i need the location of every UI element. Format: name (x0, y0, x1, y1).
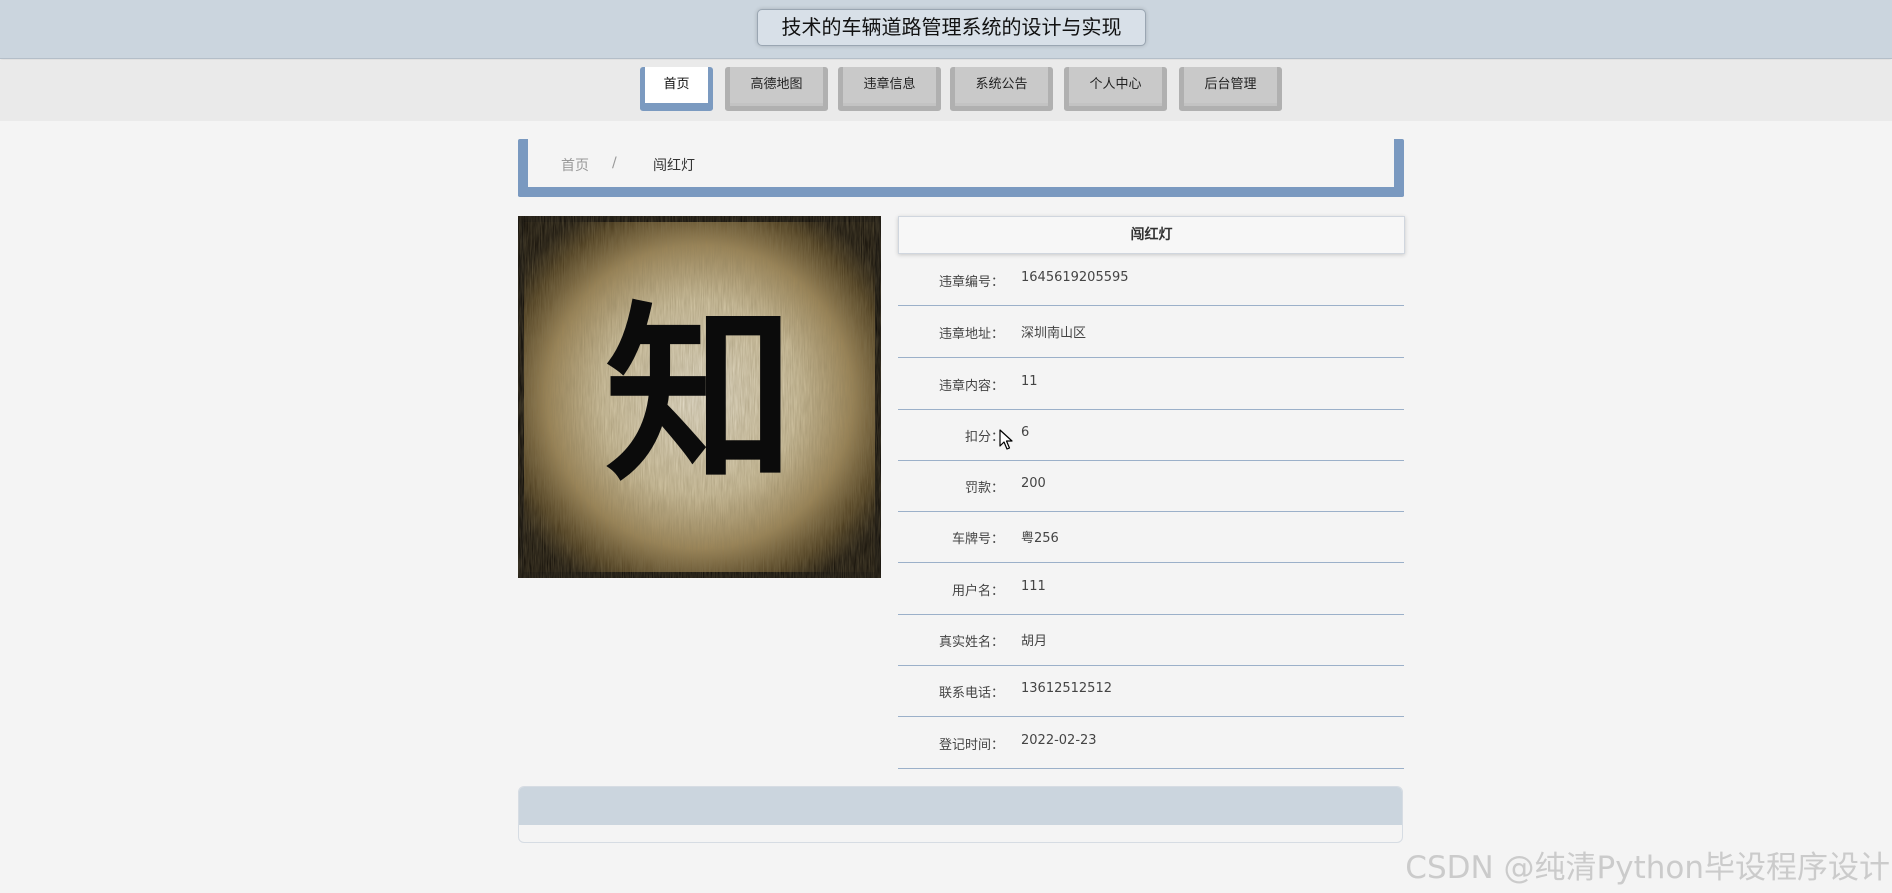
detail-value: 200 (1021, 476, 1046, 491)
detail-title: 闯红灯 (898, 216, 1405, 254)
detail-label: 用户名： (951, 584, 1004, 599)
nav-item-announcements[interactable]: 系统公告 (950, 67, 1053, 111)
nav-item-violations[interactable]: 违章信息 (838, 67, 941, 111)
detail-row: 违章地址： 深圳南山区 (898, 306, 1404, 358)
nav-item-label: 首页 (645, 67, 708, 103)
nav-item-label: 系统公告 (955, 67, 1048, 103)
detail-value: 1645619205595 (1021, 270, 1129, 285)
detail-row: 扣分： 6 (898, 409, 1404, 461)
nav-item-label: 高德地图 (730, 67, 823, 103)
nav-item-profile[interactable]: 个人中心 (1064, 67, 1167, 111)
nav-item-label: 个人中心 (1069, 67, 1162, 103)
detail-row: 违章内容： 11 (898, 358, 1404, 410)
detail-row: 罚款： 200 (898, 460, 1404, 512)
detail-value: 胡月 (1021, 634, 1048, 649)
detail-row: 违章编号： 1645619205595 (898, 254, 1404, 306)
detail-value: 11 (1021, 374, 1038, 389)
detail-label: 车牌号： (951, 532, 1004, 547)
csdn-watermark: CSDN @纯清Python毕设程序设计 (1405, 850, 1890, 886)
breadcrumb-home-link[interactable]: 首页 (561, 155, 589, 175)
detail-value: 粤256 (1021, 531, 1059, 546)
footer-panel-header (519, 787, 1402, 825)
detail-label: 真实姓名： (938, 635, 1004, 650)
nav-item-admin[interactable]: 后台管理 (1179, 67, 1282, 111)
detail-value: 深圳南山区 (1021, 326, 1087, 341)
breadcrumb-current: 闯红灯 (653, 158, 695, 174)
detail-value: 111 (1021, 579, 1046, 594)
site-header: 技术的车辆道路管理系统的设计与实现 (0, 0, 1892, 59)
nav-item-home[interactable]: 首页 (640, 67, 713, 111)
nav-item-label: 违章信息 (843, 67, 936, 103)
detail-row: 车牌号： 粤256 (898, 511, 1404, 563)
breadcrumb: 首页 / 闯红灯 (518, 139, 1404, 197)
detail-value: 2022-02-23 (1021, 733, 1097, 748)
footer-panel (518, 786, 1403, 843)
detail-label: 违章地址： (938, 327, 1004, 342)
nav-item-label: 后台管理 (1184, 67, 1277, 103)
detail-label: 违章内容： (938, 379, 1004, 394)
detail-row: 用户名： 111 (898, 563, 1404, 615)
site-title: 技术的车辆道路管理系统的设计与实现 (757, 9, 1146, 46)
nav-item-map[interactable]: 高德地图 (725, 67, 828, 111)
detail-value: 13612512512 (1021, 681, 1112, 696)
mouse-pointer-icon (999, 429, 1013, 450)
detail-label: 罚款： (964, 481, 1004, 496)
violation-image: 知 (518, 216, 881, 578)
scroll-glyph-image: 知 (518, 216, 881, 578)
detail-label: 联系电话： (938, 686, 1004, 701)
detail-row: 真实姓名： 胡月 (898, 614, 1404, 666)
detail-label: 违章编号： (938, 275, 1004, 290)
detail-value: 6 (1021, 425, 1030, 440)
breadcrumb-separator: / (612, 155, 617, 171)
main-nav: 首页 高德地图 违章信息 系统公告 个人中心 后台管理 (0, 60, 1892, 121)
detail-label: 登记时间： (938, 738, 1004, 753)
detail-row: 联系电话： 13612512512 (898, 665, 1404, 717)
image-glyph: 知 (605, 286, 795, 507)
detail-row: 登记时间： 2022-02-23 (898, 717, 1404, 769)
